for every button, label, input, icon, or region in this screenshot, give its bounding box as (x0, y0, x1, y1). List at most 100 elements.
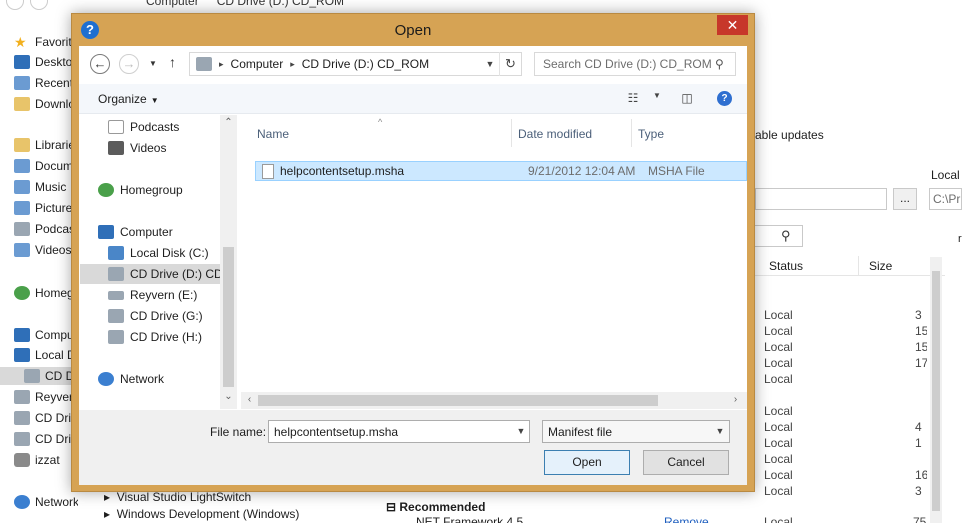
file-name-input[interactable]: helpcontentsetup.msha (268, 420, 530, 443)
breadcrumb-separator-icon: ▸ (219, 58, 224, 69)
documents-icon (14, 159, 30, 173)
background-row-status: Local (764, 420, 793, 434)
nav-item-reyvern-e[interactable]: Reyvern (E:) (108, 285, 197, 305)
background-local-label: Local (931, 168, 960, 182)
bg-nav-homegroup[interactable]: Homegroup (14, 284, 78, 302)
background-scroll-thumb[interactable] (932, 271, 940, 511)
bg-nav-cd-drive-d[interactable]: CD Drive (D:) CD_ROM (0, 367, 80, 385)
cd-drive-icon (108, 330, 124, 344)
horizontal-scrollbar[interactable]: ‹ › (241, 392, 747, 409)
background-forward-button[interactable] (30, 0, 48, 10)
nav-item-cd-drive-h[interactable]: CD Drive (H:) (108, 327, 202, 347)
cd-drive-icon (108, 309, 124, 323)
dialog-title-bar[interactable]: ? Open ✕ (72, 14, 754, 46)
navigation-scroll-thumb[interactable] (223, 247, 234, 387)
scroll-up-icon[interactable]: ⌃ (220, 117, 237, 128)
bg-nav-computer[interactable]: Computer (14, 326, 78, 344)
nav-item-network[interactable]: Network (98, 369, 164, 389)
local-disk-icon (108, 246, 124, 260)
close-button[interactable]: ✕ (717, 15, 748, 35)
background-search-box[interactable]: ⚲ (755, 225, 803, 247)
videos-icon (14, 243, 30, 257)
file-row[interactable]: helpcontentsetup.msha 9/21/2012 12:04 AM… (255, 161, 747, 181)
bg-nav-recent[interactable]: Recent places (14, 74, 78, 92)
background-vertical-scrollbar[interactable] (930, 257, 942, 523)
background-remove-link[interactable]: Remove (664, 515, 709, 523)
change-view-icon[interactable]: ☷ (624, 91, 642, 107)
background-row-status: Local (764, 372, 793, 386)
breadcrumb-computer[interactable]: Computer (231, 57, 284, 71)
drive-icon (14, 390, 30, 404)
bg-nav-videos[interactable]: Videos (14, 241, 78, 259)
bg-nav-reyvern[interactable]: Reyvern (E:) (14, 388, 78, 406)
background-column-divider (858, 256, 859, 276)
address-dropdown-icon[interactable]: ▼ (481, 52, 499, 76)
nav-item-videos[interactable]: Videos (108, 138, 166, 158)
scroll-left-icon[interactable]: ‹ (241, 394, 258, 405)
nav-item-computer[interactable]: Computer (98, 222, 173, 242)
scroll-right-icon[interactable]: › (727, 394, 744, 405)
background-size-header[interactable]: Size (869, 259, 892, 273)
bg-nav-user[interactable]: izzat (14, 451, 78, 469)
bg-nav-music[interactable]: Music (14, 178, 78, 196)
preview-pane-icon[interactable]: ◫ (678, 91, 696, 107)
homegroup-icon (98, 183, 114, 197)
chevron-down-icon: ▼ (150, 96, 159, 105)
search-icon: ⚲ (781, 228, 791, 243)
bg-nav-network[interactable]: Network (14, 493, 78, 511)
background-row-size: 17 (915, 356, 927, 370)
bg-nav-cd-drive-g[interactable]: CD Drive (G:) (14, 409, 78, 427)
background-path-field[interactable] (755, 188, 887, 210)
background-recommended-group[interactable]: ⊟ Recommended (386, 500, 485, 514)
bg-nav-pictures[interactable]: Pictures (14, 199, 78, 217)
breadcrumb-separator-icon: ▸ (290, 58, 295, 69)
recent-locations-chevron-icon[interactable]: ▼ (149, 59, 157, 68)
dialog-title: Open (394, 22, 432, 39)
back-button[interactable]: ← (90, 54, 110, 74)
navigation-scrollbar[interactable]: ⌃ ⌄ (220, 115, 237, 409)
bg-nav-libraries[interactable]: Libraries (14, 136, 78, 154)
background-status-header[interactable]: Status (769, 259, 803, 273)
nav-item-podcasts[interactable]: Podcasts (108, 117, 179, 137)
cancel-button[interactable]: Cancel (643, 450, 729, 475)
background-tree-item[interactable]: ▸ Windows Development (Windows) (104, 507, 299, 521)
nav-item-cd-drive-g[interactable]: CD Drive (G:) (108, 306, 203, 326)
refresh-icon[interactable]: ↻ (499, 52, 521, 76)
organize-menu-button[interactable]: Organize ▼ (98, 92, 159, 106)
bg-nav-podcasts[interactable]: Podcasts (14, 220, 78, 238)
bg-nav-downloads[interactable]: Downloads (14, 95, 78, 113)
view-options-chevron-icon[interactable]: ▼ (648, 91, 666, 107)
bg-nav-local-disk[interactable]: Local Disk (C:) (14, 346, 78, 364)
file-name-dropdown-icon[interactable]: ▼ (514, 421, 528, 442)
column-header-date-modified[interactable]: Date modified (518, 127, 592, 141)
background-tree-item[interactable]: ▸ Visual Studio LightSwitch (104, 490, 251, 504)
filter-dropdown-icon[interactable]: ▼ (712, 421, 728, 442)
bg-nav-cd-drive-h[interactable]: CD Drive (H:) (14, 430, 78, 448)
breadcrumb-cd-drive[interactable]: CD Drive (D:) CD_ROM (302, 57, 429, 71)
downloads-icon (14, 97, 30, 111)
open-button[interactable]: Open (544, 450, 630, 475)
up-button[interactable]: ↑ (169, 54, 176, 70)
background-back-button[interactable] (6, 0, 24, 10)
help-icon[interactable]: ? (717, 91, 732, 106)
bg-nav-favorites[interactable]: ★Favorites (14, 33, 78, 51)
forward-button[interactable]: → (119, 54, 139, 74)
address-bar[interactable]: ▸ Computer ▸ CD Drive (D:) CD_ROM (189, 52, 522, 76)
column-header-name[interactable]: Name (257, 127, 289, 141)
nav-item-cd-drive-d[interactable]: CD Drive (D:) CD_ROM (80, 264, 221, 284)
background-browse-button[interactable]: ... (893, 188, 917, 210)
background-edge-marker: r (958, 233, 962, 245)
column-header-type[interactable]: Type (638, 127, 664, 141)
file-type-filter-select[interactable]: Manifest file (542, 420, 730, 443)
background-breadcrumb-computer[interactable]: Computer (146, 0, 199, 8)
user-icon (14, 453, 30, 467)
nav-item-homegroup[interactable]: Homegroup (98, 180, 183, 200)
search-box[interactable]: Search CD Drive (D:) CD_ROM ⚲ (534, 52, 736, 76)
background-install-path[interactable]: C:\Pr (929, 188, 962, 210)
background-breadcrumb-drive[interactable]: CD Drive (D:) CD_ROM (217, 0, 344, 8)
horizontal-scroll-thumb[interactable] (258, 395, 658, 406)
nav-item-local-disk-c[interactable]: Local Disk (C:) (108, 243, 209, 263)
scroll-down-icon[interactable]: ⌄ (220, 391, 237, 402)
bg-nav-documents[interactable]: Documents (14, 157, 78, 175)
bg-nav-desktop[interactable]: Desktop (14, 53, 78, 71)
